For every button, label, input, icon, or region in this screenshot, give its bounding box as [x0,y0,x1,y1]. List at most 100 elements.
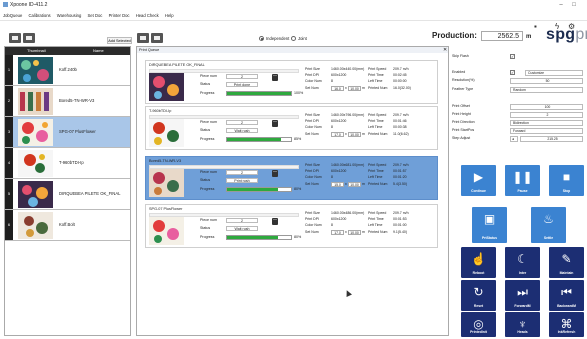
thumbnail-image [18,150,53,177]
add-selected-button[interactable]: Add Selected [107,37,132,44]
delete-job-icon[interactable] [272,120,278,127]
print-start-pos-select[interactable]: Forward [510,128,583,134]
library-row[interactable]: 4 T-960bTDI-Ip [5,148,130,179]
set-num-field[interactable]: 17.0 [331,230,344,235]
pause-button[interactable]: ❚❚ Pause [505,165,540,196]
prtstatus-button[interactable]: ▣ PrtStatus [472,207,507,243]
feather-type-select[interactable]: Random [510,87,583,93]
reset-button[interactable]: ↻ Reset [461,280,496,311]
menu-help[interactable]: Help [165,13,174,18]
progress-fill [227,138,282,141]
library-row[interactable]: 5 DIRQUEBEA PILETE OK_FINAL [5,179,130,210]
delete-job-icon[interactable] [272,170,278,177]
printed-num-value: 9.1(5.40) [393,230,408,234]
delete-job-icon[interactable] [272,74,278,81]
button-label: Continue [471,189,486,193]
joint-radio[interactable] [291,36,296,41]
card-job-name: SPG-07 PlusFlower [149,207,183,211]
button-label: Pause [517,189,528,193]
skip-flash-checkbox[interactable]: ✓ [510,54,515,59]
library-row[interactable]: 6 Koff.Bolt [5,210,130,241]
job-name: SPG-07 PlusFlower [59,129,96,134]
reboot-button[interactable]: ☝ Reboot [460,246,497,279]
piece-num-label: Piece num [200,74,217,78]
enabled-checkbox[interactable]: ✓ [510,70,515,75]
close-queue-icon[interactable]: ✕ [443,47,447,53]
settle-button[interactable]: ♨ Settle [531,207,566,243]
print-offset-field[interactable]: 100 [510,104,583,110]
set-length-field[interactable]: 10.00 [348,230,361,235]
minimize-button[interactable]: – [556,0,566,11]
backwardm-button[interactable]: ⏮ BackwardM [549,280,584,311]
print-dpi-label: Print DPI [305,73,320,77]
button-label: Reboot [472,271,485,275]
button-label: Inter [518,271,527,275]
set-length-field[interactable]: 10.00 [348,182,361,187]
piece-num-label: Piece num [200,218,217,222]
inkrefresh-button[interactable]: ⌘ InkRefresh [549,312,584,337]
print-time-label: Print Time [368,119,384,123]
queue-card[interactable]: SPG-07 PlusFlower Piece num 2 Status Wait ru… [145,204,438,248]
menu-warehousing[interactable]: Warehousing [57,13,82,18]
maintain-button[interactable]: ✎ Maintain [549,247,584,278]
queue-card[interactable]: DIRQUEBEA PILETE OK_FINAL Piece num 2 Statu… [145,60,438,104]
color-num-value: 8 [331,125,333,129]
step-decrease-button[interactable]: ◂ [510,136,518,142]
menu-set-doc[interactable]: Set Doc [88,13,103,18]
continue-button[interactable]: ▶ Continue [461,165,496,196]
status-field: Wait rush [226,128,258,133]
print-height-field[interactable]: 2 [510,112,583,118]
resolution-field[interactable]: 50 [510,78,583,84]
set-num-field[interactable]: 15.0 [331,182,344,187]
print-time-value: 00:02:45 [393,73,407,77]
heads-button[interactable]: ♆ Heads [505,312,540,337]
step-adjust-field[interactable]: 215.25 [520,136,583,142]
clear-queue-icon[interactable] [151,33,163,43]
monitor-icon[interactable]: ▪ [534,22,537,31]
set-num-label: Set Num [305,182,319,186]
menu-calibrations[interactable]: Calibrations [29,13,51,18]
library-row-selected[interactable]: 3 SPG-07 PlusFlower [5,117,130,148]
enabled-select[interactable]: Customize [525,70,583,76]
queue-card-selected[interactable]: Bored5-TN-WR-V3 Piece num 2 Status Print rus… [145,156,438,200]
open-folder-icon[interactable] [9,33,21,43]
piece-num-field[interactable]: 2 [226,74,258,79]
stop-icon: ■ [562,170,571,184]
set-num-field[interactable]: 17.0 [331,132,344,137]
piece-num-field[interactable]: 2 [226,120,258,125]
row-number: 3 [5,117,13,147]
piece-num-field[interactable]: 2 [226,170,258,175]
set-num-field[interactable]: 16.0 [331,86,344,91]
piece-num-field[interactable]: 2 [226,218,258,223]
menu-head-check[interactable]: Head Check [136,13,159,18]
delete-queue-icon[interactable] [137,33,149,43]
settle-icon: ♨ [543,212,554,226]
printedinit-button[interactable]: ◎ PrintedInit [461,312,496,337]
button-label: BackwardM [557,304,576,308]
title-bar: Xpoone ID-411.2 [0,0,587,11]
set-num-x: x [345,182,347,186]
delete-job-icon[interactable] [272,218,278,225]
library-row[interactable]: 1 Koff.240b [5,55,130,86]
queue-card[interactable]: T-960bTDI-Ip Piece num 2 Status Wait rush Pro… [145,106,438,150]
backward-icon: ⏮ [561,285,572,299]
forwardm-button[interactable]: ⏭ ForwardM [505,280,540,311]
button-label: InkRefresh [557,330,576,334]
menu-printer-doc[interactable]: Printer Doc [109,13,130,18]
print-speed-value: 209.7 m/h [393,113,409,117]
status-field: Print done [226,82,258,87]
print-direction-select[interactable]: Bidirection [510,120,583,126]
left-time-label: Left Time [368,175,383,179]
set-length-field[interactable]: 10.00 [348,86,361,91]
progress-percent: 85% [294,137,302,141]
delete-job-icon[interactable] [23,33,35,43]
print-speed-value: 209.7 m/h [393,67,409,71]
print-dpi-label: Print DPI [305,169,320,173]
restore-button[interactable]: □ [569,0,579,11]
inter-button[interactable]: ☾ Inter [505,247,540,278]
menu-jobqueue[interactable]: JobQueue [3,13,22,18]
library-row[interactable]: 2 Bored5-TN-WR-V3 [5,86,130,117]
set-length-field[interactable]: 10.00 [348,132,361,137]
stop-button[interactable]: ■ Stop [549,165,584,196]
independent-radio[interactable] [259,36,264,41]
